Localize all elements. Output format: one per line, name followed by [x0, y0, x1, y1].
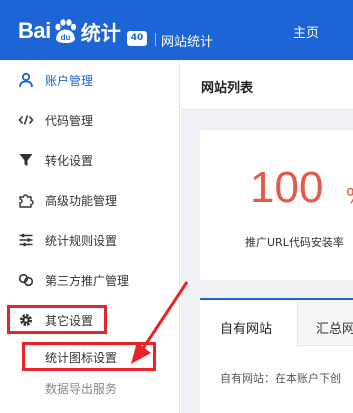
sidebar-item-label: 第三方推广管理 [45, 273, 130, 288]
sidebar-item-label: 统计规则设置 [45, 233, 118, 248]
header-divider [155, 33, 156, 46]
tab-label: 汇总网 [316, 322, 353, 337]
sidebar-item-account[interactable]: 账户管理 [0, 60, 180, 100]
home-nav-link[interactable]: 主页 [293, 22, 319, 41]
filter-icon [17, 151, 35, 169]
page-title: 网站列表 [201, 81, 254, 96]
version-badge: 40 [127, 31, 147, 46]
install-rate-value: 100 [250, 163, 324, 212]
site-tabs-card: 自有网站 汇总网 自有网站：在本账户下创 [200, 298, 353, 413]
svg-text:du: du [60, 33, 70, 42]
install-rate-unit: % [346, 184, 353, 208]
sidebar-item-label: 高级功能管理 [45, 193, 118, 208]
tab-summary-sites[interactable]: 汇总网 [298, 300, 353, 346]
sidebar-item-other-settings[interactable]: 其它设置 [0, 300, 180, 340]
top-header: Bai du 统计 40 网站统计 主页 [0, 0, 353, 60]
sidebar-item-label: 其它设置 [45, 313, 94, 328]
sidebar-item-label: 代码管理 [45, 113, 94, 128]
sidebar-item-label: 转化设置 [45, 153, 94, 168]
tab-label: 自有网站 [220, 322, 273, 337]
baidu-tongji-logo[interactable]: Bai du 统计 [18, 16, 121, 46]
tab-description: 自有网站：在本账户下创 [220, 372, 341, 385]
gear-icon [17, 311, 35, 329]
sidebar-nav: 账户管理 代码管理 转化设置 高级功能管理 统计规则设置 第三方推广管理 其它设… [0, 60, 180, 413]
code-icon [17, 111, 35, 129]
main-content: 网站列表 100 % 推广URL代码安装率 自有网站 汇总网 自有网站：在本账户… [181, 60, 353, 413]
install-rate-label: 推广URL代码安装率 [245, 236, 344, 249]
sidebar-item-rules[interactable]: 统计规则设置 [0, 220, 180, 260]
link-icon [17, 271, 35, 289]
user-icon [17, 71, 35, 89]
paw-icon: du [52, 18, 78, 44]
sidebar-subitem-data-export[interactable]: 数据导出服务 [45, 380, 117, 397]
logo-text-bai: Bai [18, 18, 51, 43]
sidebar-item-code[interactable]: 代码管理 [0, 100, 180, 140]
sidebar-subitem-stat-icon-settings[interactable]: 统计图标设置 [45, 349, 117, 366]
main-title-bar: 网站列表 [181, 60, 353, 110]
sidebar-item-label: 账户管理 [45, 73, 94, 88]
sidebar-item-conversion[interactable]: 转化设置 [0, 140, 180, 180]
site-stats-link[interactable]: 网站统计 [161, 31, 213, 50]
sliders-icon [17, 231, 35, 249]
install-rate-card: 100 % 推广URL代码安装率 [200, 130, 353, 280]
sidebar-item-third-party[interactable]: 第三方推广管理 [0, 260, 180, 300]
tab-own-sites[interactable]: 自有网站 [200, 300, 298, 346]
puzzle-icon [17, 191, 35, 209]
logo-text-tongji: 统计 [80, 20, 121, 45]
sidebar-item-advanced[interactable]: 高级功能管理 [0, 180, 180, 220]
